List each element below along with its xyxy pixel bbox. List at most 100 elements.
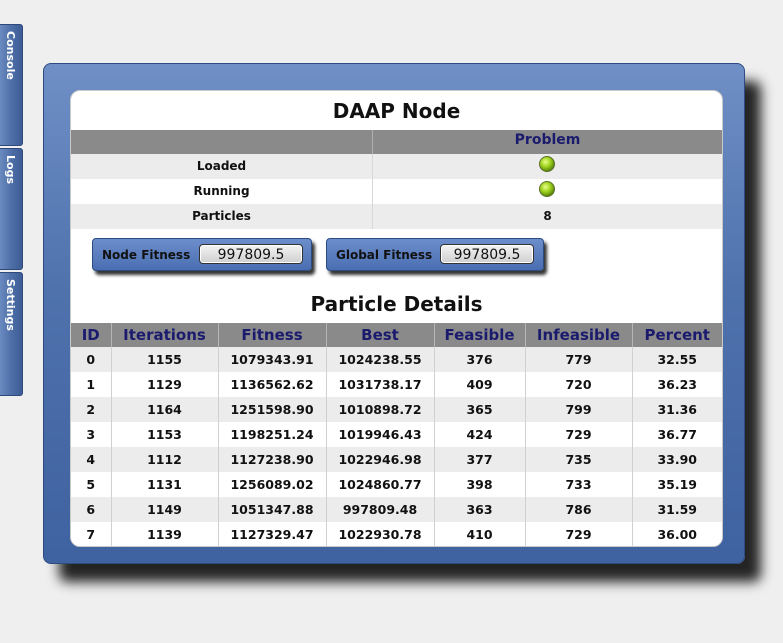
table-cell: 7 <box>71 522 112 546</box>
table-cell: 4 <box>71 447 112 472</box>
global-fitness-box: Global Fitness 997809.5 <box>326 238 544 271</box>
table-cell: 6 <box>71 497 112 522</box>
table-cell: 1149 <box>111 497 219 522</box>
table-cell: 363 <box>434 497 526 522</box>
tab-console[interactable]: Console <box>0 24 23 146</box>
table-cell: 410 <box>434 522 526 546</box>
table-row: 6 1149 1051347.88 997809.48 363 786 31.59 <box>71 497 722 522</box>
status-label: Loaded <box>196 159 247 173</box>
table-cell: 997809.48 <box>326 497 435 522</box>
particle-table: ID Iterations Fitness Best Feasible Infe… <box>71 323 722 546</box>
tab-settings[interactable]: Settings <box>0 272 23 396</box>
table-cell: 1127329.47 <box>218 522 327 546</box>
tab-logs-label: Logs <box>4 155 17 184</box>
column-divider <box>372 154 373 179</box>
table-cell: 729 <box>525 422 633 447</box>
column-header: ID <box>71 323 112 347</box>
column-header: Fitness <box>218 323 327 347</box>
table-cell: 398 <box>434 472 526 497</box>
table-row: 2 1164 1251598.90 1010898.72 365 799 31.36 <box>71 397 722 422</box>
table-cell: 1010898.72 <box>326 397 435 422</box>
table-cell: 1024238.55 <box>326 347 435 372</box>
particles-count: 8 <box>543 209 552 223</box>
table-cell: 31.59 <box>632 497 722 522</box>
status-table-header: Problem <box>71 130 722 154</box>
particle-details-title: Particle Details <box>310 292 483 316</box>
table-cell: 1153 <box>111 422 219 447</box>
table-cell: 36.00 <box>632 522 722 546</box>
running-indicator-icon <box>539 181 555 197</box>
table-row: 1 1129 1136562.62 1031738.17 409 720 36.23 <box>71 372 722 397</box>
status-row-particles: Particles 8 <box>71 204 722 229</box>
table-cell: 1251598.90 <box>218 397 327 422</box>
table-cell: 1164 <box>111 397 219 422</box>
table-cell: 1022930.78 <box>326 522 435 546</box>
global-fitness-value: 997809.5 <box>440 244 534 264</box>
table-cell: 1198251.24 <box>218 422 327 447</box>
table-cell: 1112 <box>111 447 219 472</box>
table-cell: 3 <box>71 422 112 447</box>
table-cell: 31.36 <box>632 397 722 422</box>
table-cell: 33.90 <box>632 447 722 472</box>
table-cell: 377 <box>434 447 526 472</box>
table-cell: 376 <box>434 347 526 372</box>
page-title: DAAP Node <box>332 99 461 123</box>
table-cell: 779 <box>525 347 633 372</box>
table-row: 5 1131 1256089.02 1024860.77 398 733 35.19 <box>71 472 722 497</box>
table-cell: 1022946.98 <box>326 447 435 472</box>
node-fitness-box: Node Fitness 997809.5 <box>92 238 312 271</box>
column-header: Feasible <box>434 323 526 347</box>
table-cell: 786 <box>525 497 633 522</box>
table-cell: 733 <box>525 472 633 497</box>
column-header: Iterations <box>111 323 219 347</box>
column-header: Infeasible <box>525 323 633 347</box>
status-label: Particles <box>192 209 251 223</box>
table-cell: 2 <box>71 397 112 422</box>
status-row-running: Running <box>71 179 722 204</box>
column-header: Best <box>326 323 435 347</box>
table-row: 0 1155 1079343.91 1024238.55 376 779 32.55 <box>71 347 722 372</box>
table-cell: 799 <box>525 397 633 422</box>
table-cell: 36.77 <box>632 422 722 447</box>
table-cell: 32.55 <box>632 347 722 372</box>
node-fitness-value: 997809.5 <box>199 244 303 264</box>
table-cell: 1155 <box>111 347 219 372</box>
table-cell: 1051347.88 <box>218 497 327 522</box>
table-cell: 1 <box>71 372 112 397</box>
node-panel: DAAP Node Problem Loaded Running Particl… <box>70 90 723 547</box>
table-cell: 1131 <box>111 472 219 497</box>
table-cell: 1031738.17 <box>326 372 435 397</box>
table-cell: 36.23 <box>632 372 722 397</box>
node-fitness-label: Node Fitness <box>102 248 191 262</box>
status-row-loaded: Loaded <box>71 154 722 179</box>
table-cell: 0 <box>71 347 112 372</box>
problem-header: Problem <box>514 132 581 148</box>
table-row: 3 1153 1198251.24 1019946.43 424 729 36.77 <box>71 422 722 447</box>
table-row: 4 1112 1127238.90 1022946.98 377 735 33.90 <box>71 447 722 472</box>
table-cell: 1139 <box>111 522 219 546</box>
loaded-indicator-icon <box>539 156 555 172</box>
table-row: 7 1139 1127329.47 1022930.78 410 729 36.00 <box>71 522 722 546</box>
tab-logs[interactable]: Logs <box>0 148 23 270</box>
table-cell: 1079343.91 <box>218 347 327 372</box>
tab-console-label: Console <box>4 31 17 80</box>
table-cell: 5 <box>71 472 112 497</box>
status-label: Running <box>193 184 250 198</box>
table-cell: 1129 <box>111 372 219 397</box>
column-divider <box>372 179 373 204</box>
table-cell: 35.19 <box>632 472 722 497</box>
table-cell: 365 <box>434 397 526 422</box>
global-fitness-label: Global Fitness <box>336 248 433 262</box>
table-cell: 1024860.77 <box>326 472 435 497</box>
table-cell: 1136562.62 <box>218 372 327 397</box>
table-cell: 729 <box>525 522 633 546</box>
table-cell: 424 <box>434 422 526 447</box>
column-header: Percent <box>632 323 722 347</box>
table-cell: 409 <box>434 372 526 397</box>
table-cell: 1256089.02 <box>218 472 327 497</box>
table-cell: 735 <box>525 447 633 472</box>
tab-settings-label: Settings <box>4 279 17 331</box>
table-cell: 1019946.43 <box>326 422 435 447</box>
table-cell: 1127238.90 <box>218 447 327 472</box>
table-header-row: ID Iterations Fitness Best Feasible Infe… <box>71 323 722 347</box>
